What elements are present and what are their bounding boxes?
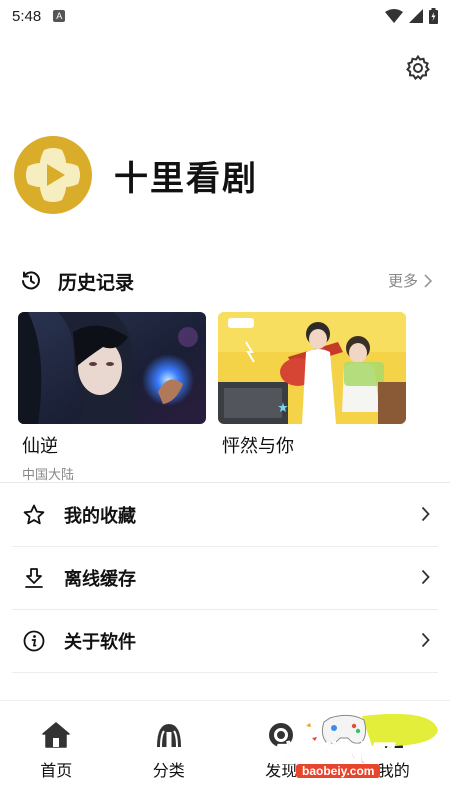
watermark: 宝贝游戏网 baobeiy.com: [272, 708, 442, 780]
download-icon: [25, 568, 43, 588]
nav-label: 首页: [40, 761, 73, 780]
battery-icon: [429, 8, 438, 24]
signal-icon: [409, 9, 423, 23]
history-card-xianni[interactable]: 仙逆 中国大陆: [18, 312, 206, 483]
watermark-url: baobeiy.com: [296, 764, 381, 778]
chevron-right-icon: [424, 273, 432, 288]
card-title: 怦然与你: [222, 436, 294, 457]
card-title: 仙逆: [22, 436, 58, 457]
menu-label: 我的收藏: [64, 506, 136, 527]
poster-image: [18, 312, 206, 424]
wifi-icon: [385, 9, 403, 23]
menu-item-favorites[interactable]: 我的收藏: [12, 484, 438, 547]
star-icon: [23, 504, 45, 525]
nav-label: 分类: [152, 761, 185, 780]
app-header: 十里看剧: [14, 136, 258, 214]
chevron-right-icon: [421, 569, 430, 585]
settings-menu: 我的收藏 离线缓存 关于软件: [12, 484, 438, 673]
history-section-header: 历史记录 更多: [20, 264, 432, 298]
menu-item-offline-cache[interactable]: 离线缓存: [12, 547, 438, 610]
section-divider: [0, 482, 450, 483]
history-more-link[interactable]: 更多: [388, 270, 432, 291]
play-logo-icon: [26, 148, 80, 202]
info-icon: [23, 630, 45, 652]
history-list: 仙逆 中国大陆 怦然与你: [18, 312, 406, 483]
app-logo: [14, 136, 92, 214]
nav-item-home[interactable]: 首页: [0, 701, 113, 800]
status-bar: 5:48 A: [0, 0, 450, 32]
category-icon: [156, 724, 181, 748]
more-label: 更多: [387, 272, 418, 290]
nav-item-category[interactable]: 分类: [113, 701, 226, 800]
home-icon: [42, 722, 70, 748]
chevron-right-icon: [421, 506, 430, 522]
menu-label: 关于软件: [64, 632, 136, 653]
status-time: 5:48: [12, 7, 42, 25]
gear-icon: [406, 54, 430, 81]
menu-label: 离线缓存: [64, 569, 136, 590]
card-region: 中国大陆: [22, 468, 75, 483]
menu-item-about[interactable]: 关于软件: [12, 610, 438, 673]
history-title: 历史记录: [58, 271, 135, 294]
notification-icon: A: [53, 10, 66, 22]
poster-image: [218, 312, 406, 424]
history-icon: [22, 271, 40, 290]
settings-button[interactable]: [404, 54, 432, 82]
history-card-pengranyuni[interactable]: 怦然与你: [218, 312, 406, 483]
app-title: 十里看剧: [114, 158, 258, 199]
chevron-right-icon: [421, 632, 430, 648]
status-icons: [385, 8, 438, 24]
